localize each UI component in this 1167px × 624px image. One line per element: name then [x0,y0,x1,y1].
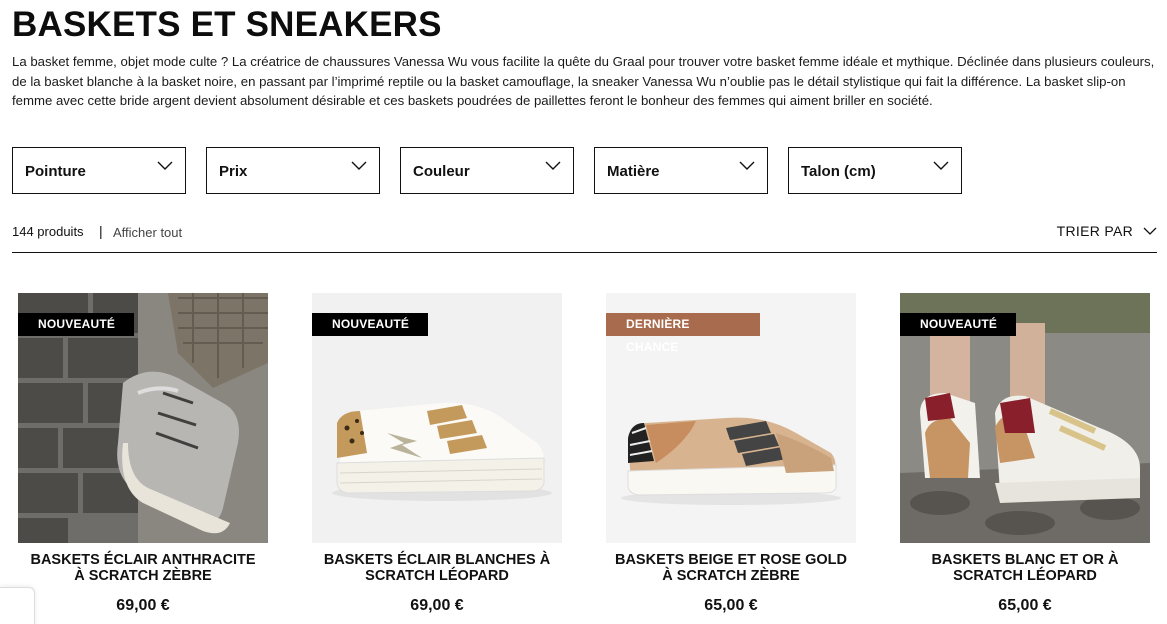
separator: | [99,223,103,239]
product-image[interactable]: NOUVEAUTÉ [312,293,562,543]
filter-bar: Pointure Prix Couleur Matière Talon (cm) [12,147,962,194]
product-card[interactable]: NOUVEAUTÉ BASKETS ÉCLAIR ANTHRACITE À SC… [18,293,268,615]
product-image[interactable]: NOUVEAUTÉ [18,293,268,543]
chat-widget-tab[interactable] [0,587,35,624]
product-price: 65,00 € [998,597,1052,614]
product-name[interactable]: BASKETS ÉCLAIR ANTHRACITE À SCRATCH ZÈBR… [18,552,268,584]
filter-label: Prix [219,163,248,180]
badge-new: NOUVEAUTÉ [18,313,134,336]
page-title: BASKETS ET SNEAKERS [12,5,442,44]
filter-label: Talon (cm) [801,163,876,180]
chevron-down-icon [933,161,949,170]
product-card[interactable]: NOUVEAUTÉ BASKETS ÉCLAIR BLANCHES À SCRA… [312,293,562,615]
chevron-down-icon [157,161,173,170]
category-description: La basket femme, objet mode culte ? La c… [12,54,1155,108]
filter-material-dropdown[interactable]: Matière [594,147,768,194]
filter-color-dropdown[interactable]: Couleur [400,147,574,194]
badge-new: NOUVEAUTÉ [900,313,1016,336]
chevron-down-icon [1143,227,1157,235]
product-name[interactable]: BASKETS ÉCLAIR BLANCHES À SCRATCH LÉOPAR… [312,552,562,584]
product-card[interactable]: DERNIÈRE CHANCE BASKETS BEIGE ET ROSE GO… [606,293,856,615]
sort-label: TRIER PAR [1056,223,1133,239]
product-image[interactable]: NOUVEAUTÉ [900,293,1150,543]
product-image[interactable]: DERNIÈRE CHANCE [606,293,856,543]
chevron-down-icon [351,161,367,170]
product-price: 69,00 € [410,597,464,614]
product-name[interactable]: BASKETS BLANC ET OR À SCRATCH LÉOPARD [900,552,1150,584]
product-name[interactable]: BASKETS BEIGE ET ROSE GOLD À SCRATCH ZÈB… [606,552,856,584]
filter-label: Matière [607,163,660,180]
product-price: 69,00 € [116,597,170,614]
filter-size-dropdown[interactable]: Pointure [12,147,186,194]
chevron-down-icon [739,161,755,170]
product-price: 65,00 € [704,597,758,614]
product-card[interactable]: NOUVEAUTÉ BASKETS BLANC ET OR À SCRATCH … [900,293,1150,615]
product-count: 144 produits [12,224,84,239]
filter-heel-dropdown[interactable]: Talon (cm) [788,147,962,194]
badge-last-chance: DERNIÈRE CHANCE [606,313,760,354]
filter-label: Pointure [25,163,86,180]
filter-price-dropdown[interactable]: Prix [206,147,380,194]
filter-label: Couleur [413,163,470,180]
product-grid: NOUVEAUTÉ BASKETS ÉCLAIR ANTHRACITE À SC… [18,293,1150,615]
badge-new: NOUVEAUTÉ [312,313,428,336]
sort-dropdown[interactable]: TRIER PAR [1057,223,1157,239]
results-toolbar: 144 produits | Afficher tout TRIER PAR [12,222,1157,253]
show-all-link[interactable]: Afficher tout [113,225,182,240]
chevron-down-icon [545,161,561,170]
